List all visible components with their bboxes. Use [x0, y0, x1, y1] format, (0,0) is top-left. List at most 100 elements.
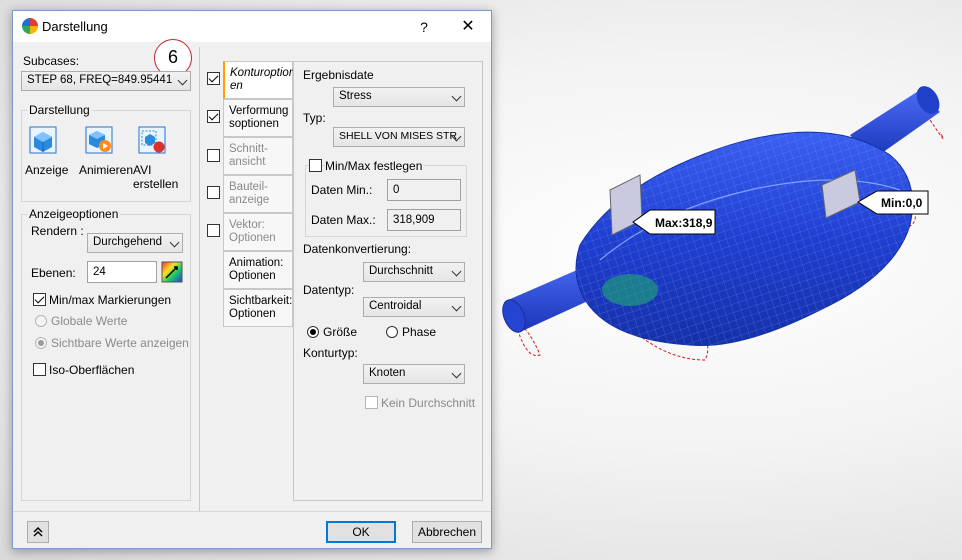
stress-hotspot-green [602, 274, 658, 306]
tab-konturoptionen-line1: Konturoption [230, 67, 296, 79]
sichtbare-werte-radio[interactable] [35, 337, 47, 349]
chevron-down-icon [451, 266, 462, 277]
display-cube-icon [29, 126, 57, 154]
double-chevron-up-icon [33, 526, 43, 537]
minmax-festlegen-label: Min/Max festlegen [325, 159, 425, 173]
avi-label-line1: AVI [133, 163, 152, 177]
subcase-select[interactable]: STEP 68, FREQ=849.95441 [21, 71, 191, 91]
ergebnisdatei-label: Ergebnisdate [303, 68, 374, 82]
datenkonvertierung-value: Durchschnitt [369, 265, 433, 277]
ergebnisdatei-select[interactable]: Stress [333, 87, 465, 107]
globale-werte-label: Globale Werte [51, 314, 128, 328]
phase-label: Phase [402, 325, 437, 339]
tab-animation-optionen[interactable]: Animation: Optionen [223, 251, 293, 289]
datentyp-label: Datentyp: [303, 283, 355, 297]
tab-sichtbarkeit-line1: Sichtbarkeit: [229, 295, 293, 307]
chevron-down-icon [451, 91, 462, 102]
footer-divider [13, 511, 491, 512]
rendern-select[interactable]: Durchgehend [87, 233, 183, 253]
animate-play-icon [85, 126, 113, 154]
help-button[interactable]: ? [413, 16, 435, 38]
phase-radio[interactable] [386, 326, 398, 338]
tab-konturoptionen[interactable]: Konturoption en [223, 61, 296, 99]
schnittansicht-checkbox[interactable] [207, 149, 220, 162]
daten-min-field[interactable]: 0 [387, 179, 461, 201]
abbrechen-button[interactable]: Abbrechen [412, 521, 482, 543]
tab-verformung-line2: soptionen [229, 118, 279, 130]
rendern-value: Durchgehend [93, 236, 163, 248]
tab-bauteil-line1: Bauteil- [229, 181, 268, 193]
max-label: Max:318,9 [632, 209, 716, 235]
kein-durchschnitt-label: Kein Durchschnitt [381, 396, 476, 410]
darstellung-dialog: Darstellung ? ✕ 6 Subcases: STEP 68, FRE… [12, 10, 492, 549]
column-divider [199, 47, 200, 511]
animieren-button[interactable]: Animieren [77, 125, 133, 181]
iso-oberflaechen-label: Iso-Oberflächen [49, 363, 135, 377]
max-label-text: Max:318,9 [655, 216, 713, 230]
tab-schnitt-line2: ansicht [229, 156, 266, 168]
globale-werte-radio[interactable] [35, 315, 47, 327]
anzeigeoptionen-group [21, 214, 191, 501]
chevron-down-icon [451, 368, 462, 379]
mesh-overlay [576, 132, 913, 346]
dialog-title: Darstellung [42, 19, 108, 34]
typ-select[interactable]: SHELL VON MISES STR [333, 127, 465, 147]
anzeige-button[interactable]: Anzeige [25, 125, 69, 181]
sichtbare-werte-label: Sichtbare Werte anzeigen [51, 336, 189, 350]
tab-verformungsoptionen[interactable]: Verformung soptionen [223, 99, 293, 137]
tab-bauteilanzeige[interactable]: Bauteil- anzeige [223, 175, 293, 213]
ebenen-value: 24 [93, 266, 106, 278]
tab-animation-line1: Animation: [229, 257, 284, 269]
avi-label-line2: erstellen [133, 177, 179, 191]
tab-schnitt-line1: Schnitt- [229, 143, 268, 155]
daten-max-value: 318,909 [393, 214, 435, 226]
avi-erstellen-button[interactable]: AVI erstellen [131, 125, 183, 191]
title-bar: Darstellung ? ✕ [13, 11, 491, 42]
subcase-value: STEP 68, FREQ=849.95441 [27, 74, 173, 86]
anzeigeoptionen-group-label: Anzeigeoptionen [27, 207, 121, 221]
iso-oberflaechen-checkbox[interactable] [33, 363, 46, 376]
tab-vektor-line2: Optionen [229, 232, 276, 244]
bauteilanzeige-checkbox[interactable] [207, 186, 220, 199]
tab-vektor-optionen[interactable]: Vektor: Optionen [223, 213, 293, 251]
ergebnisdatei-value: Stress [339, 90, 372, 102]
typ-value: SHELL VON MISES STR [339, 130, 458, 142]
rendern-label: Rendern : [31, 224, 84, 238]
anzeige-label: Anzeige [25, 163, 69, 177]
chevron-down-icon [169, 237, 180, 248]
datentyp-select[interactable]: Centroidal [363, 297, 465, 317]
daten-min-value: 0 [393, 184, 400, 196]
tab-bauteil-line2: anzeige [229, 194, 270, 206]
daten-min-label: Daten Min.: [311, 183, 373, 197]
kein-durchschnitt-checkbox[interactable] [365, 396, 378, 409]
chevron-down-icon [177, 75, 188, 86]
tab-verformung-line1: Verformung [229, 105, 289, 117]
ebenen-input[interactable]: 24 [87, 261, 157, 283]
tab-animation-line2: Optionen [229, 270, 276, 282]
minmax-markierungen-checkbox[interactable] [33, 293, 46, 306]
minmax-markierungen-label: Min/max Markierungen [49, 293, 172, 307]
verformungsoptionen-checkbox[interactable] [207, 110, 220, 123]
konturtyp-select[interactable]: Knoten [363, 364, 465, 384]
daten-max-field[interactable]: 318,909 [387, 209, 461, 231]
min-label-text: Min:0,0 [881, 196, 923, 210]
minmax-festlegen-checkbox[interactable] [309, 159, 322, 172]
vektor-optionen-checkbox[interactable] [207, 224, 220, 237]
color-palette-icon[interactable] [161, 261, 183, 283]
konturtyp-value: Knoten [369, 367, 406, 379]
step-callout-number: 6 [167, 47, 178, 67]
ok-button[interactable]: OK [326, 521, 396, 543]
daten-max-label: Daten Max.: [311, 213, 376, 227]
collapse-button[interactable] [27, 521, 49, 543]
chevron-down-icon [451, 301, 462, 312]
avi-record-icon [138, 126, 166, 154]
groesse-radio[interactable] [307, 326, 319, 338]
tab-schnittansicht[interactable]: Schnitt- ansicht [223, 137, 293, 175]
datentyp-value: Centroidal [369, 300, 422, 312]
darstellung-group-label: Darstellung [27, 103, 92, 117]
tab-sichtbarkeit-optionen[interactable]: Sichtbarkeit: Optionen [223, 289, 293, 327]
model-viewport[interactable]: Max:318,9 Min:0,0 [500, 60, 962, 380]
close-button[interactable]: ✕ [457, 16, 479, 38]
datenkonvertierung-select[interactable]: Durchschnitt [363, 262, 465, 282]
konturoptionen-checkbox[interactable] [207, 72, 220, 85]
